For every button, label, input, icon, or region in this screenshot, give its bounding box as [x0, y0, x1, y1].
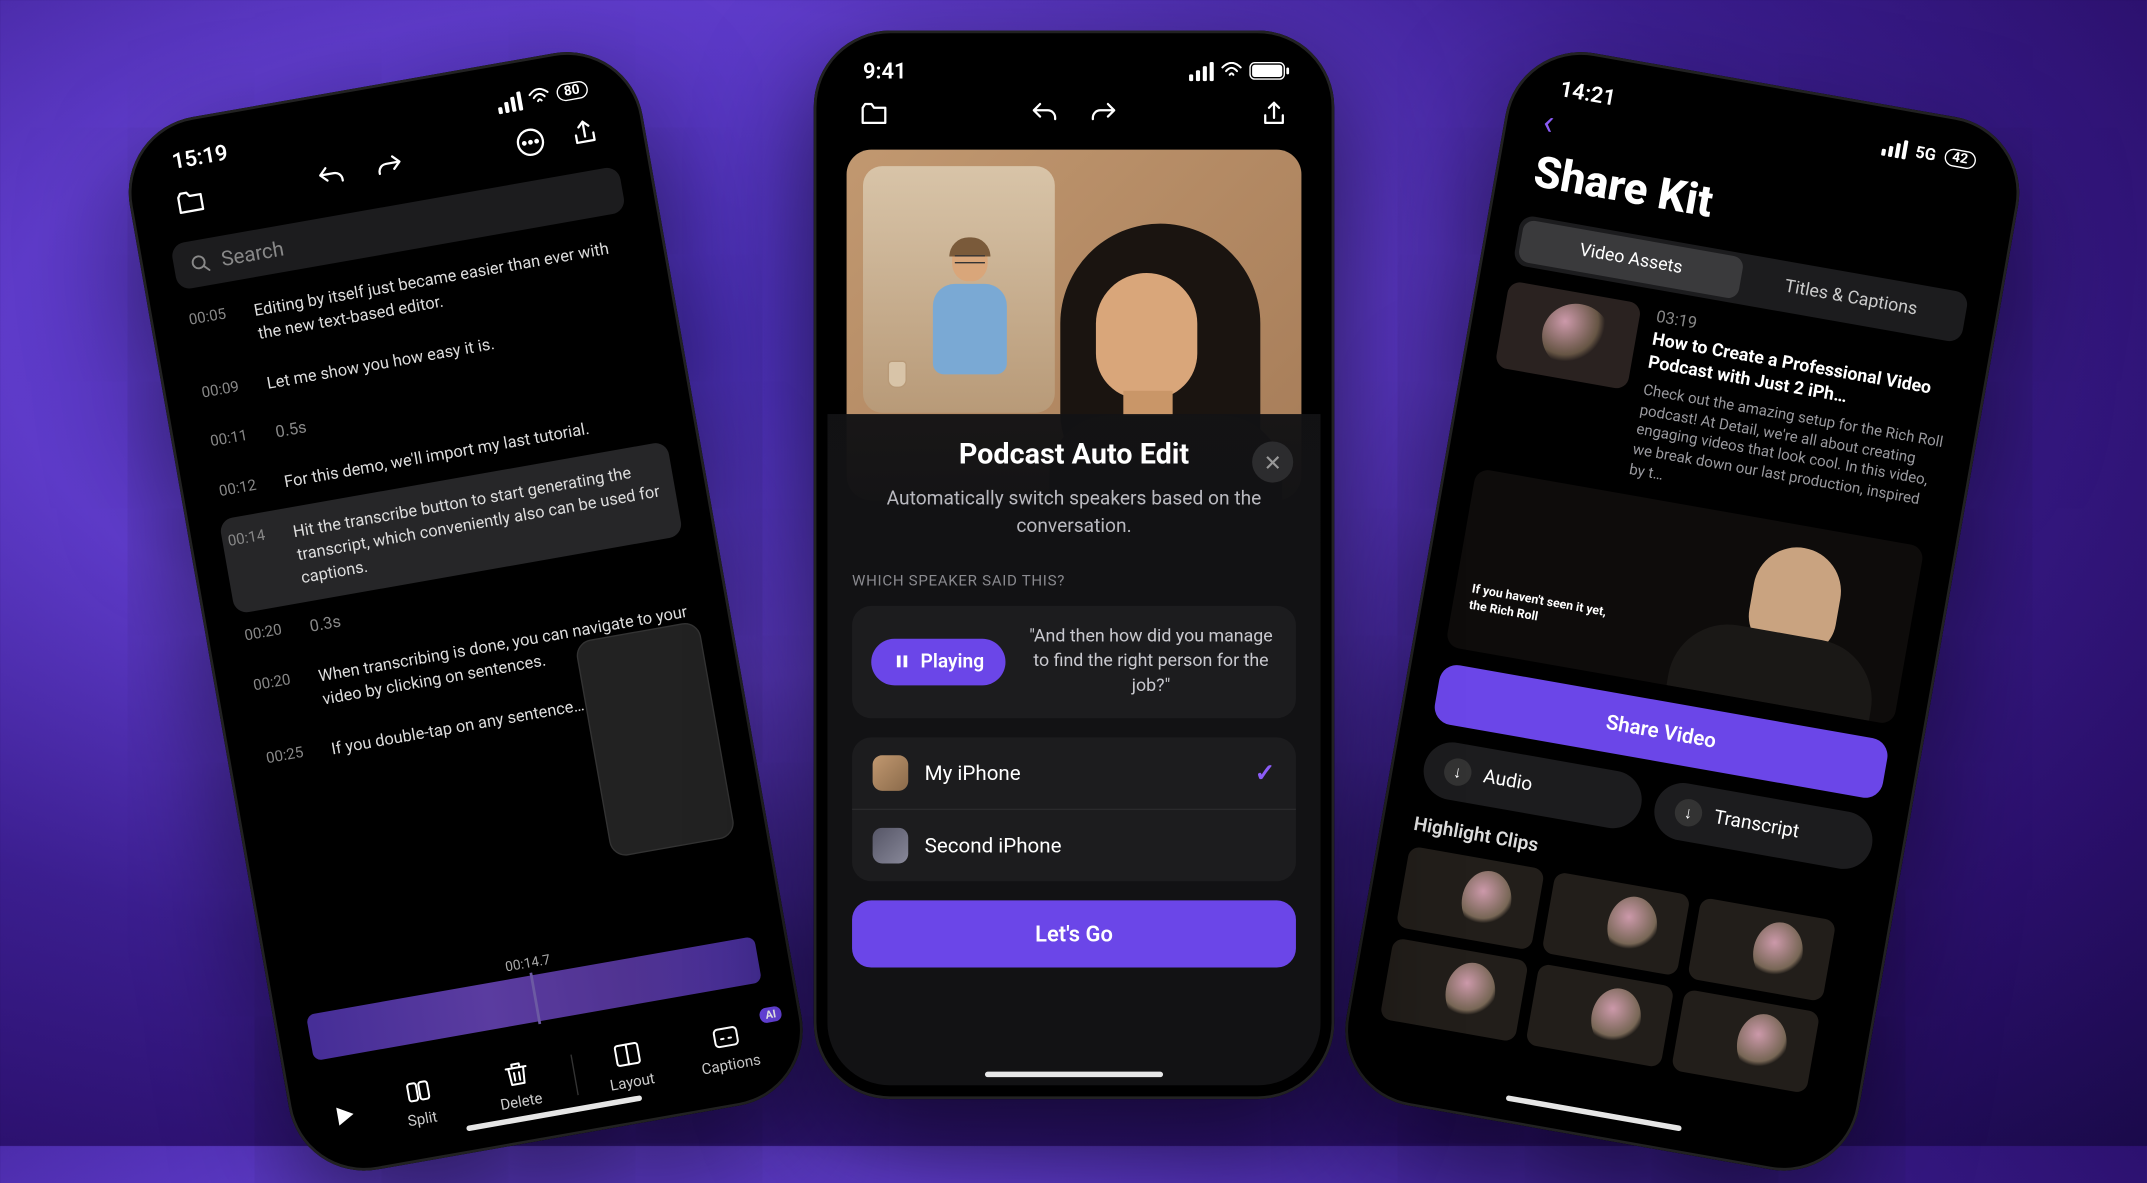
wifi-icon: [525, 82, 551, 111]
undo-icon[interactable]: [1024, 95, 1062, 133]
sheet-title: Podcast Auto Edit: [852, 439, 1296, 472]
playing-sample-card: Playing "And then how did you manage to …: [852, 605, 1296, 718]
layout-button[interactable]: Layout: [580, 1032, 677, 1099]
separator: [569, 1055, 577, 1096]
play-button[interactable]: [320, 1092, 368, 1140]
cellular-icon: [1881, 136, 1909, 159]
captions-button[interactable]: Captions: [679, 1014, 776, 1081]
share-icon[interactable]: [562, 111, 606, 155]
check-icon: ✓: [1254, 759, 1275, 788]
folder-icon[interactable]: [168, 180, 212, 224]
folder-icon[interactable]: [854, 95, 892, 133]
close-button[interactable]: ✕: [1252, 441, 1293, 482]
redo-icon[interactable]: [367, 145, 411, 189]
speaker-option[interactable]: My iPhone ✓: [852, 738, 1296, 811]
clip-thumbnail[interactable]: [1379, 937, 1528, 1042]
transcript-text: 0.5s: [273, 416, 308, 444]
speaker-name: Second iPhone: [924, 834, 1061, 859]
undo-icon[interactable]: [308, 155, 352, 199]
speaker-avatar: [872, 828, 908, 864]
caption-overlay: If you haven't seen it yet, the Rich Rol…: [1467, 581, 1621, 640]
delete-button[interactable]: Delete: [469, 1051, 566, 1118]
share-icon[interactable]: [1254, 95, 1292, 133]
asset-thumbnail: [1494, 280, 1641, 390]
more-icon[interactable]: [508, 120, 552, 164]
phone-transcript-editor: 15:19 80 Search 00:05Editin: [116, 40, 814, 1183]
home-indicator: [984, 1072, 1162, 1077]
battery-icon: [1249, 62, 1285, 80]
speaker-question-label: WHICH SPEAKER SAID THIS?: [852, 571, 1296, 589]
timestamp: 00:12: [217, 474, 272, 506]
timestamp: 00:09: [200, 375, 255, 407]
speaker-name: My iPhone: [924, 761, 1020, 786]
cellular-icon: [495, 91, 523, 114]
search-placeholder: Search: [219, 236, 285, 271]
timestamp: 00:20: [243, 618, 298, 650]
wifi-icon: [1220, 58, 1242, 84]
network-label: 5G: [1914, 142, 1938, 164]
timestamp: 00:25: [264, 740, 319, 772]
timestamp: 00:14: [226, 523, 289, 600]
home-indicator: [1505, 1095, 1681, 1131]
status-time: 15:19: [169, 139, 229, 174]
download-icon: ↓: [1672, 797, 1704, 829]
status-time: 14:21: [1558, 76, 1618, 111]
playing-chip[interactable]: Playing: [871, 639, 1006, 686]
timestamp: 00:11: [208, 424, 263, 456]
timestamp: 00:05: [187, 302, 246, 356]
split-button[interactable]: Split: [371, 1069, 468, 1136]
notch: [964, 44, 1183, 80]
download-icon: ↓: [1441, 756, 1473, 788]
battery-indicator: 42: [1942, 147, 1977, 170]
auto-edit-sheet: ✕ Podcast Auto Edit Automatically switch…: [827, 414, 1320, 1085]
phone-podcast-auto-edit: 9:41 ✕ Podcast A: [813, 30, 1334, 1099]
transcript-text: 0.3s: [307, 611, 342, 639]
cellular-icon: [1189, 61, 1214, 80]
redo-icon[interactable]: [1084, 95, 1122, 133]
speaker-list: My iPhone ✓ Second iPhone: [852, 738, 1296, 882]
speaker-option[interactable]: Second iPhone: [852, 810, 1296, 881]
lets-go-button[interactable]: Let's Go: [852, 901, 1296, 968]
battery-indicator: 80: [554, 80, 589, 103]
clip-thumbnail[interactable]: [1670, 989, 1819, 1094]
timestamp: 00:20: [251, 668, 310, 722]
speaker-avatar: [872, 755, 908, 791]
clip-thumbnail[interactable]: [1525, 963, 1674, 1068]
sheet-description: Automatically switch speakers based on t…: [852, 485, 1296, 541]
phone-share-kit: 14:21 5G 42 ‹ Share Kit Video Assets Tit…: [1333, 40, 2031, 1183]
status-time: 9:41: [863, 58, 907, 84]
sample-quote: "And then how did you manage to find the…: [1025, 625, 1277, 700]
